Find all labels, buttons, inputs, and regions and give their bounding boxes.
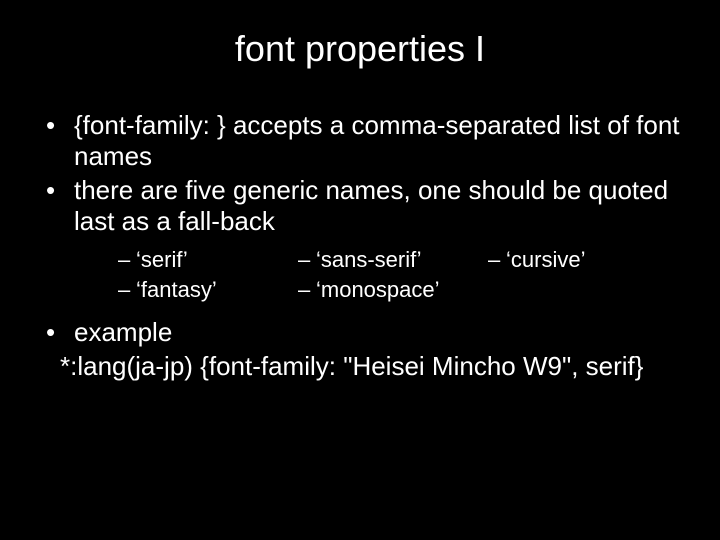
generic-font-item: ‘monospace’: [298, 277, 488, 303]
example-code-text: *:lang(ja-jp) {font-family: "Heisei Minc…: [60, 351, 643, 381]
bullet-list: {font-family: } accepts a comma-separate…: [30, 110, 690, 382]
bullet-item: example: [30, 317, 690, 348]
bullet-item: {font-family: } accepts a comma-separate…: [30, 110, 690, 171]
bullet-text: {font-family: } accepts a comma-separate…: [74, 110, 680, 171]
generic-font-item: ‘sans-serif’: [298, 247, 488, 273]
slide: font properties I {font-family: } accept…: [0, 0, 720, 540]
bullet-text: example: [74, 317, 172, 347]
example-code: *:lang(ja-jp) {font-family: "Heisei Minc…: [30, 351, 690, 382]
bullet-text: there are five generic names, one should…: [74, 175, 668, 236]
generic-font-col: ‘serif’ ‘fantasy’: [118, 247, 298, 307]
generic-font-item: ‘serif’: [118, 247, 298, 273]
generic-font-item: ‘fantasy’: [118, 277, 298, 303]
slide-title: font properties I: [30, 28, 690, 70]
generic-font-item: ‘cursive’: [488, 247, 585, 273]
bullet-item: there are five generic names, one should…: [30, 175, 690, 312]
generic-font-list: ‘serif’ ‘fantasy’ ‘sans-serif’ ‘monospac…: [74, 247, 690, 307]
generic-font-col: ‘sans-serif’ ‘monospace’: [298, 247, 488, 307]
generic-font-col: ‘cursive’: [488, 247, 585, 307]
